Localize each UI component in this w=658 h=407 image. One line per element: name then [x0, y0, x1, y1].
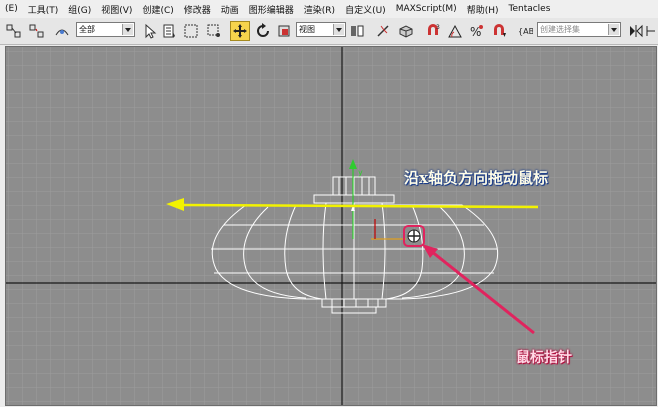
- manipulate-icon[interactable]: [373, 21, 393, 41]
- menu-item[interactable]: 组(G): [63, 3, 96, 16]
- reference-coord-value: 视图: [299, 25, 315, 34]
- menu-item[interactable]: 修改器: [179, 3, 216, 16]
- align-icon[interactable]: [644, 21, 658, 41]
- chevron-down-icon: [333, 24, 344, 35]
- reference-coord-dropdown[interactable]: 视图: [296, 22, 346, 37]
- menu-item[interactable]: Tentacles: [503, 4, 555, 14]
- menu-bar: (E) 工具(T) 组(G) 视图(V) 创建(C) 修改器 动画 图形编辑器 渲染(R) 自定义…: [0, 0, 658, 19]
- menu-item[interactable]: 创建(C): [137, 3, 178, 16]
- selection-filter-value: 全部: [79, 25, 95, 34]
- bind-space-warp-icon[interactable]: [52, 21, 72, 41]
- select-link-icon[interactable]: [4, 21, 24, 41]
- mirror-icon[interactable]: [626, 21, 646, 41]
- svg-text:y: y: [358, 168, 363, 177]
- menu-item[interactable]: 帮助(H): [462, 3, 504, 16]
- named-selection-icon[interactable]: {ABC}: [515, 21, 535, 41]
- select-object-icon[interactable]: [140, 21, 160, 41]
- pivot-icon[interactable]: [347, 21, 367, 41]
- selection-filter-dropdown[interactable]: 全部: [76, 22, 135, 37]
- app-window: (E) 工具(T) 组(G) 视图(V) 创建(C) 修改器 动画 图形编辑器 渲染(R) 自定义…: [0, 0, 658, 407]
- menu-item[interactable]: MAXScript(M): [391, 4, 462, 14]
- svg-text:3: 3: [436, 24, 440, 31]
- menu-item[interactable]: 自定义(U): [340, 3, 391, 16]
- menu-item[interactable]: 图形编辑器: [244, 3, 299, 16]
- rotate-icon[interactable]: [253, 21, 273, 41]
- named-selection-placeholder: 创建选择集: [540, 25, 580, 34]
- snap-icon[interactable]: 3: [423, 21, 443, 41]
- move-icon[interactable]: [230, 21, 250, 41]
- keyboard-shortcut-icon[interactable]: [396, 21, 416, 41]
- move-cursor-icon: [407, 229, 421, 243]
- angle-snap-icon[interactable]: [445, 21, 465, 41]
- main-toolbar: 全部 视图 3 % {AB 创建选择集: [0, 18, 658, 45]
- window-crossing-icon[interactable]: [204, 21, 224, 41]
- named-selection-dropdown[interactable]: 创建选择集: [537, 22, 621, 37]
- menu-item[interactable]: 渲染(R): [299, 3, 340, 16]
- menu-item[interactable]: 工具(T): [23, 3, 64, 16]
- spinner-snap-icon[interactable]: [489, 21, 509, 41]
- rect-region-icon[interactable]: [181, 21, 201, 41]
- menu-item[interactable]: (E): [0, 4, 23, 14]
- chevron-down-icon: [122, 24, 133, 35]
- chevron-down-icon: [608, 24, 619, 35]
- svg-text:{ABC}: {ABC}: [518, 27, 533, 36]
- percent-snap-icon[interactable]: %: [467, 21, 487, 41]
- front-viewport[interactable]: y 沿x轴负方向拖动鼠标 鼠标指针: [5, 46, 657, 406]
- select-by-name-icon[interactable]: [160, 21, 180, 41]
- drag-instruction-label: 沿x轴负方向拖动鼠标: [404, 169, 548, 187]
- menu-item[interactable]: 视图(V): [96, 3, 137, 16]
- unlink-icon[interactable]: [27, 21, 47, 41]
- cursor-label: 鼠标指针: [516, 350, 572, 366]
- menu-item[interactable]: 动画: [216, 3, 244, 16]
- scale-icon[interactable]: [274, 21, 294, 41]
